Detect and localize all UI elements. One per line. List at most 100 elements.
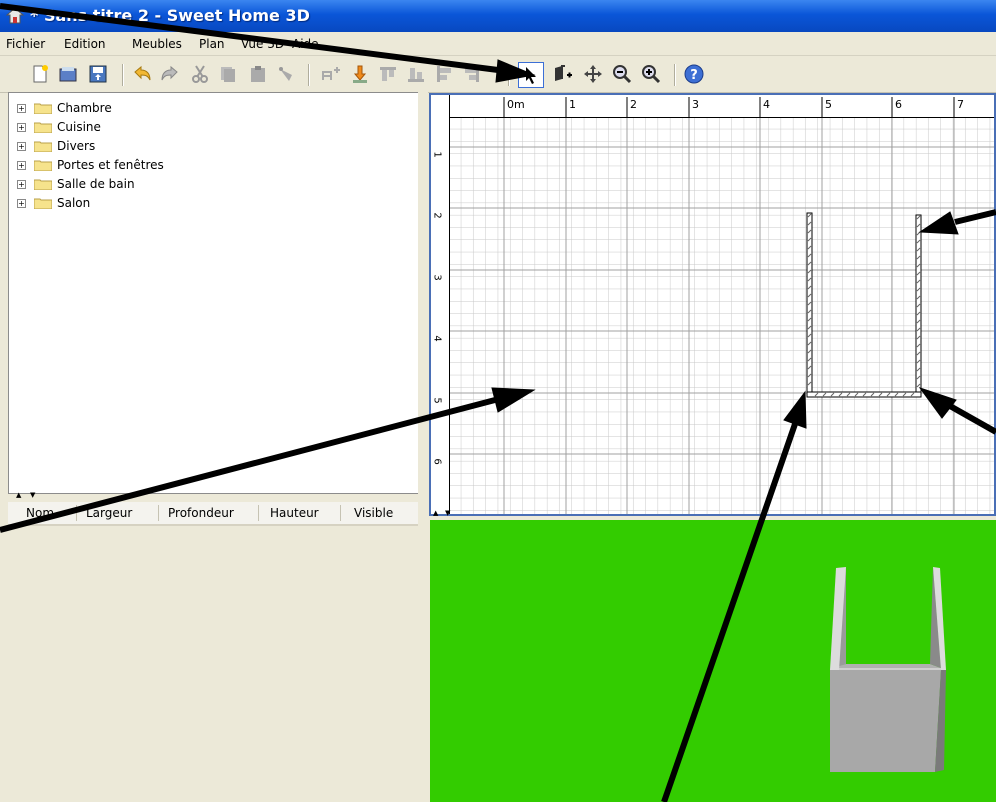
collapse-down-icon[interactable]: ▼	[445, 509, 450, 517]
cut-button[interactable]	[190, 64, 210, 84]
paste-icon	[251, 66, 265, 82]
plan-grid	[449, 117, 994, 514]
catalog-table-splitter[interactable]: ▲ ▼	[8, 491, 418, 501]
expand-plus-icon[interactable]: +	[17, 180, 26, 189]
plan-view[interactable]: 0m 1 2 3 4 5 6 7 1 2 3 4 5 6	[429, 93, 996, 516]
svg-text:?: ?	[690, 68, 698, 83]
align-top-button[interactable]	[378, 64, 398, 84]
delete-icon	[279, 67, 292, 81]
import-furniture-button[interactable]	[350, 64, 370, 84]
folder-icon	[34, 103, 52, 114]
expand-plus-icon[interactable]: +	[17, 104, 26, 113]
plan-3d-splitter[interactable]: ▲ ▼	[429, 509, 996, 520]
column-separator[interactable]	[76, 505, 77, 521]
zoom-in-button[interactable]	[641, 64, 661, 84]
toolbar: ?	[0, 56, 996, 93]
menu-aide[interactable]: Aide	[292, 37, 319, 51]
folder-icon	[34, 160, 52, 171]
redo-icon	[161, 65, 178, 81]
column-largeur[interactable]: Largeur	[86, 506, 132, 520]
help-button[interactable]: ?	[684, 64, 704, 84]
view-3d[interactable]	[430, 520, 996, 802]
save-button[interactable]	[88, 64, 108, 84]
expand-plus-icon[interactable]: +	[17, 161, 26, 170]
table-header: Nom Largeur Profondeur Hauteur Visible	[8, 502, 418, 526]
copy-button[interactable]	[218, 64, 238, 84]
select-mode-icon	[526, 67, 536, 84]
save-icon	[89, 65, 107, 83]
folder-icon	[34, 179, 52, 190]
folder-icon	[34, 141, 52, 152]
ruler-label: 5	[825, 98, 832, 111]
align-top-icon	[380, 67, 396, 81]
category-label: Chambre	[57, 101, 112, 115]
open-button[interactable]	[58, 64, 78, 84]
ruler-label: 6	[431, 458, 443, 465]
column-separator[interactable]	[258, 505, 259, 521]
ruler-label: 4	[431, 335, 443, 342]
redo-button[interactable]	[160, 64, 180, 84]
column-visible[interactable]: Visible	[354, 506, 393, 520]
delete-button[interactable]	[276, 64, 296, 84]
select-mode-button[interactable]	[518, 62, 544, 88]
expand-plus-icon[interactable]: +	[17, 199, 26, 208]
ruler-label: 2	[630, 98, 637, 111]
column-separator[interactable]	[158, 505, 159, 521]
column-profondeur[interactable]: Profondeur	[168, 506, 234, 520]
expand-plus-icon[interactable]: +	[17, 123, 26, 132]
paste-button[interactable]	[248, 64, 268, 84]
import-furniture-icon	[353, 65, 367, 83]
open-folder-icon	[59, 67, 77, 82]
copy-icon	[221, 67, 235, 82]
ruler-label: 1	[431, 151, 443, 158]
3d-walls	[830, 567, 946, 772]
add-furniture-icon	[322, 67, 340, 80]
collapse-up-icon[interactable]: ▲	[433, 509, 438, 517]
new-file-button[interactable]	[30, 64, 50, 84]
column-nom[interactable]: Nom	[26, 506, 54, 520]
ruler-label: 3	[431, 274, 443, 281]
category-label: Cuisine	[57, 120, 101, 134]
vertical-splitter[interactable]	[418, 92, 428, 802]
new-file-icon	[33, 65, 48, 83]
add-furniture-button[interactable]	[320, 64, 340, 84]
menu-plan[interactable]: Plan	[199, 37, 225, 51]
furniture-table: Nom Largeur Profondeur Hauteur Visible	[8, 502, 418, 802]
help-icon: ?	[684, 64, 704, 84]
create-walls-button[interactable]	[553, 64, 573, 84]
column-separator[interactable]	[340, 505, 341, 521]
menu-bar: Fichier Edition Meubles Plan Vue 3D Aide	[0, 32, 996, 56]
collapse-up-icon[interactable]: ▲	[16, 491, 21, 499]
pan-button[interactable]	[583, 64, 603, 84]
zoom-in-icon	[642, 65, 661, 84]
ruler-label: 7	[957, 98, 964, 111]
menu-meubles[interactable]: Meubles	[132, 37, 182, 51]
category-label: Divers	[57, 139, 96, 153]
ruler-label: 4	[763, 98, 770, 111]
undo-button[interactable]	[132, 64, 152, 84]
expand-plus-icon[interactable]: +	[17, 142, 26, 151]
align-left-button[interactable]	[434, 64, 454, 84]
menu-edition[interactable]: Edition	[64, 37, 106, 51]
collapse-down-icon[interactable]: ▼	[30, 491, 35, 499]
pan-icon	[584, 65, 602, 83]
toolbar-separator	[674, 64, 676, 86]
folder-icon	[34, 198, 52, 209]
category-label: Portes et fenêtres	[57, 158, 164, 172]
ruler-vertical: 1 2 3 4 5 6	[431, 95, 450, 514]
category-label: Salon	[57, 196, 91, 210]
menu-vue3d[interactable]: Vue 3D	[241, 37, 284, 51]
align-bottom-button[interactable]	[406, 64, 426, 84]
toolbar-separator	[122, 64, 124, 86]
ruler-label: 0m	[507, 98, 525, 111]
align-right-icon	[465, 66, 479, 82]
ruler-label: 5	[431, 397, 443, 404]
ruler-label: 1	[569, 98, 576, 111]
menu-fichier[interactable]: Fichier	[6, 37, 45, 51]
window-title: * Sans titre 2 - Sweet Home 3D	[30, 6, 310, 25]
undo-icon	[134, 65, 151, 81]
align-right-button[interactable]	[462, 64, 482, 84]
ruler-label: 3	[692, 98, 699, 111]
zoom-out-button[interactable]	[612, 64, 632, 84]
column-hauteur[interactable]: Hauteur	[270, 506, 319, 520]
